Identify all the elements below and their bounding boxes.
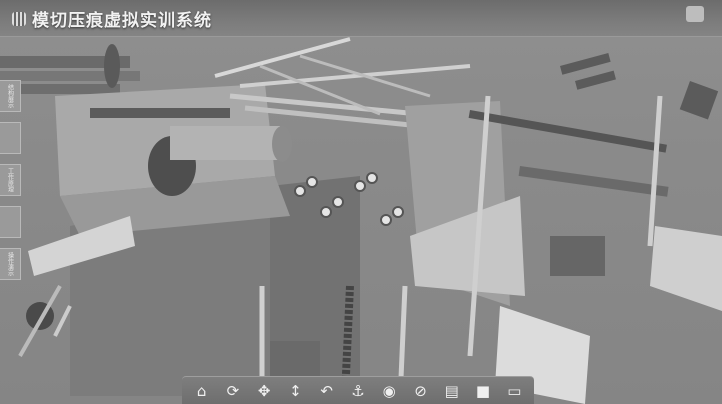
brand-logo-icon [686,6,704,22]
handwheel [18,285,72,357]
camera-icon[interactable]: ▭ [503,380,525,402]
fullscreen-icon[interactable]: ■ [472,380,494,402]
side-menu-principle[interactable]: 工作原理 [0,164,21,196]
panel-icon[interactable]: ▤ [441,380,463,402]
3d-viewport[interactable] [0,36,722,404]
header-bar: 模切压痕虚拟实训系统 [0,0,722,37]
feed-rollers [0,44,140,94]
side-menu-item-4[interactable] [0,206,21,238]
hide-icon[interactable]: ⊘ [409,380,431,402]
rails-right [560,53,719,120]
show-icon[interactable]: ◉ [378,380,400,402]
die-cutting-assembly [405,101,669,306]
crane-icon[interactable]: ⚓ [347,380,369,402]
side-menu: 结构展示 工作原理 操作演示 [0,80,21,290]
app-window: 模切压痕虚拟实训系统 结构展示 工作原理 操作演示 ⌂ ⟳ ✥ ↕ ↶ ⚓ ◉ … [0,0,722,404]
rotate-left-icon[interactable]: ↶ [316,380,338,402]
app-title: 模切压痕虚拟实训系统 [12,6,212,31]
view-toolbar: ⌂ ⟳ ✥ ↕ ↶ ⚓ ◉ ⊘ ▤ ■ ▭ [182,376,534,404]
side-panel [650,226,722,311]
side-menu-operation[interactable]: 操作演示 [0,248,21,280]
side-menu-structure[interactable]: 结构展示 [0,80,21,112]
app-title-text: 模切压痕虚拟实训系统 [32,11,212,31]
side-menu-item-2[interactable] [0,122,21,154]
zoom-icon[interactable]: ↕ [284,380,306,402]
pan-icon[interactable]: ✥ [253,380,275,402]
brand-logo [680,6,710,32]
app-logo-icon [12,11,26,26]
home-icon[interactable]: ⌂ [191,380,213,402]
rotate-icon[interactable]: ⟳ [222,380,244,402]
